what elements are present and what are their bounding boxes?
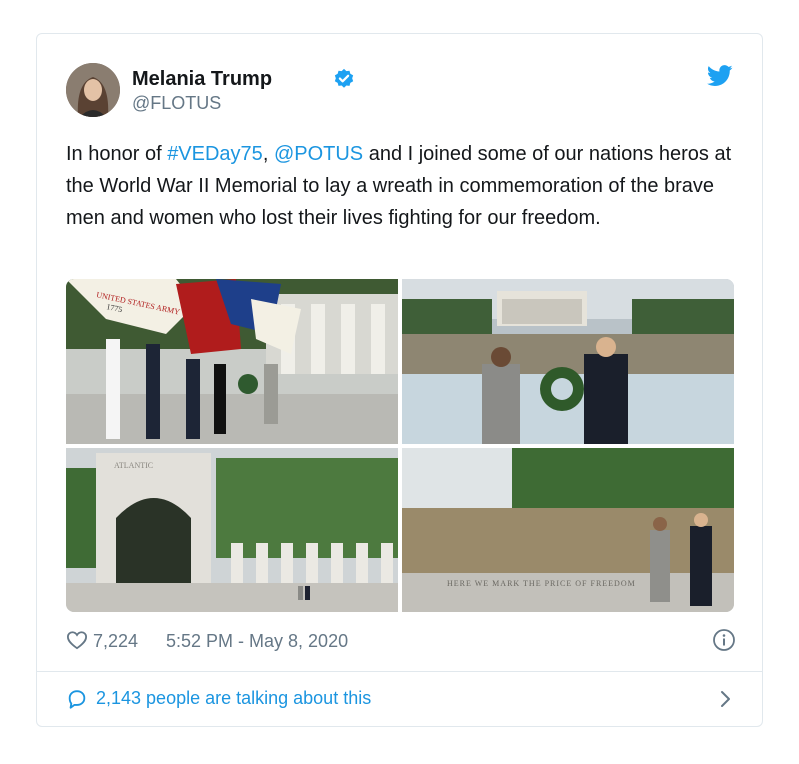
hashtag-link[interactable]: #VEDay75: [167, 143, 263, 165]
footer-divider: [37, 671, 762, 672]
chevron-right-icon[interactable]: [720, 690, 732, 708]
arch-label: ATLANTIC: [114, 461, 153, 470]
photo-freedom-wall[interactable]: HERE WE MARK THE PRICE OF FREEDOM: [402, 448, 734, 612]
photo-honor-guard[interactable]: UNITED STATES ARMY 1775: [66, 279, 398, 444]
comment-bubble-icon: [68, 690, 86, 709]
tweet-text-separator: ,: [262, 143, 274, 165]
photo-wreath-lincoln[interactable]: [402, 279, 734, 444]
author-name[interactable]: Melania Trump: [132, 68, 272, 91]
conversation-count[interactable]: 2,143 people are talking about this: [96, 688, 371, 709]
author-handle[interactable]: @FLOTUS: [132, 93, 221, 114]
heart-icon[interactable]: [66, 630, 88, 650]
tweet-card: Melania Trump @FLOTUS In honor of #VEDay…: [36, 33, 763, 727]
author-avatar[interactable]: [66, 63, 120, 117]
conversation-link[interactable]: 2,143 people are talking about this: [66, 686, 736, 712]
tweet-header: Melania Trump @FLOTUS: [66, 63, 733, 121]
twitter-bird-icon[interactable]: [707, 65, 733, 87]
verified-badge-icon: [334, 68, 354, 88]
tweet-timestamp[interactable]: 5:52 PM - May 8, 2020: [166, 631, 348, 652]
tweet-footer: 7,224 5:52 PM - May 8, 2020: [66, 628, 736, 654]
like-count[interactable]: 7,224: [93, 631, 138, 652]
wall-inscription: HERE WE MARK THE PRICE OF FREEDOM: [447, 579, 636, 588]
tweet-text-intro: In honor of: [66, 143, 168, 165]
tweet-text: In honor of #VEDay75, @POTUS and I joine…: [66, 138, 746, 234]
info-icon[interactable]: [712, 628, 736, 652]
photo-atlantic-arch[interactable]: ATLANTIC: [66, 448, 398, 612]
mention-link[interactable]: @POTUS: [274, 143, 363, 165]
photo-grid: UNITED STATES ARMY 1775 ATLANTIC HERE WE…: [66, 279, 734, 612]
